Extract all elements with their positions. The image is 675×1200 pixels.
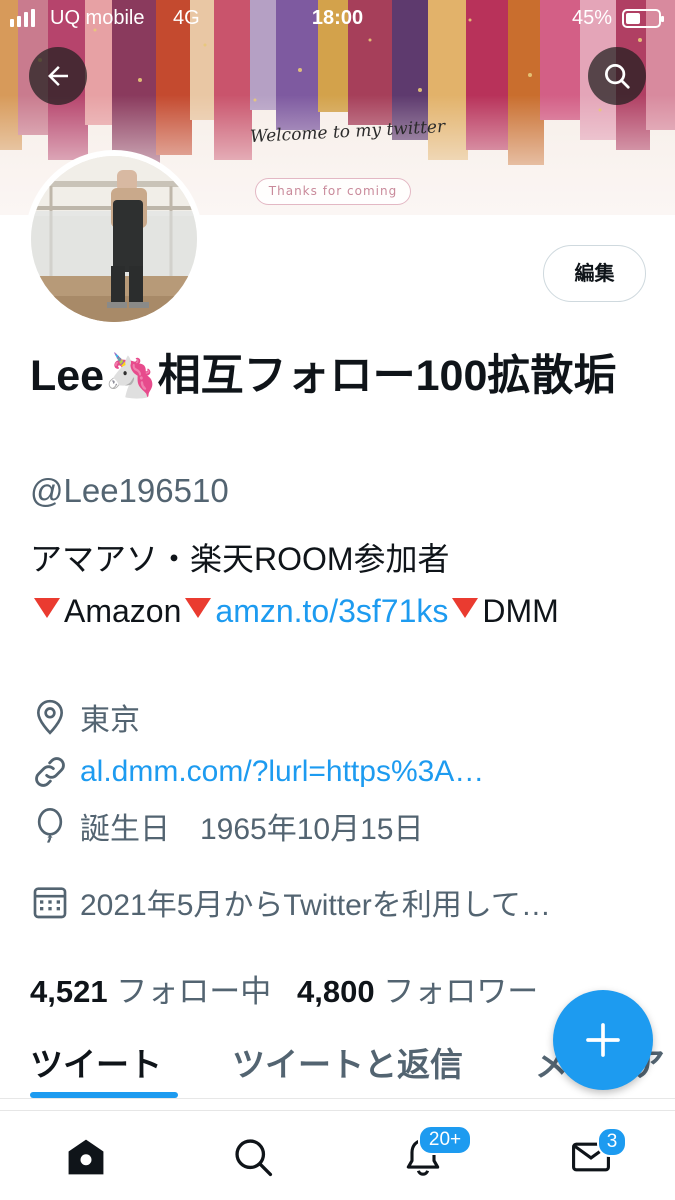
location-row: 東京 [30, 697, 140, 737]
joined-row: 2021年5月からTwitterを利用して… [30, 882, 551, 922]
nav-home[interactable] [64, 1135, 108, 1179]
tabs-divider [0, 1098, 675, 1099]
followers-link[interactable]: 4,800 フォロワー [297, 974, 538, 1009]
bio-links: Amazon amzn.to/3sf71ks DMM [30, 585, 650, 637]
messages-badge: 3 [597, 1127, 627, 1157]
avatar[interactable] [25, 150, 203, 328]
followers-count: 4,800 [297, 974, 375, 1009]
birthday-row: 誕生日 1965年10月15日 [30, 806, 423, 846]
battery-icon [622, 9, 664, 28]
edit-profile-button[interactable]: 編集 [543, 245, 646, 302]
red-triangle-icon [185, 598, 212, 618]
bio-amazon-text: Amazon [64, 593, 182, 629]
red-triangle-icon [452, 598, 479, 618]
plus-icon [586, 1023, 620, 1057]
bottom-navigation: 20+ 3 [0, 1110, 675, 1200]
website-link[interactable]: al.dmm.com/?lurl=https%3A… [80, 755, 484, 789]
location-text: 東京 [80, 704, 140, 737]
link-icon [35, 757, 65, 787]
following-count: 4,521 [30, 974, 108, 1009]
balloon-icon [37, 808, 63, 843]
calendar-icon [33, 887, 67, 919]
status-bar: UQ mobile 4G 18:00 45% [0, 0, 675, 38]
following-link[interactable]: 4,521 フォロー中 [30, 974, 271, 1009]
battery-percent: 45% [572, 7, 613, 29]
display-name: Lee🦄相互フォロー100拡散垢 [30, 352, 617, 400]
birthday-text: 誕生日 1965年10月15日 [80, 813, 424, 846]
bio: アマアソ・楽天ROOM参加者 Amazon amzn.to/3sf71ks DMM [30, 533, 650, 637]
follow-stats: 4,521 フォロー中 4,800 フォロワー [30, 966, 538, 1011]
tab-tweets[interactable]: ツイート [30, 1038, 162, 1086]
tab-tweets-and-replies[interactable]: ツイートと返信 [232, 1038, 463, 1086]
nav-search[interactable] [231, 1135, 275, 1179]
following-label: フォロー中 [116, 974, 272, 1009]
back-button[interactable] [29, 47, 87, 105]
bio-amazon-link[interactable]: amzn.to/3sf71ks [215, 593, 448, 629]
compose-tweet-button[interactable] [553, 990, 653, 1090]
banner-thanks-pill: Thanks for coming [255, 178, 411, 205]
followers-label: フォロワー [383, 974, 539, 1009]
joined-text: 2021年5月からTwitterを利用して… [80, 889, 551, 922]
website-row[interactable]: al.dmm.com/?lurl=https%3A… [30, 752, 484, 792]
red-triangle-icon [34, 598, 60, 618]
arrow-left-icon [48, 66, 68, 86]
user-handle: @Lee196510 [30, 472, 229, 509]
bio-line: アマアソ・楽天ROOM参加者 [30, 541, 450, 577]
location-pin-icon [36, 699, 64, 735]
avatar-photo [31, 156, 197, 322]
search-icon [605, 64, 630, 89]
home-icon [68, 1139, 104, 1175]
bio-dmm-text: DMM [482, 593, 559, 629]
notifications-badge: 20+ [418, 1125, 472, 1155]
header-search-button[interactable] [588, 47, 646, 105]
search-icon [235, 1139, 273, 1177]
